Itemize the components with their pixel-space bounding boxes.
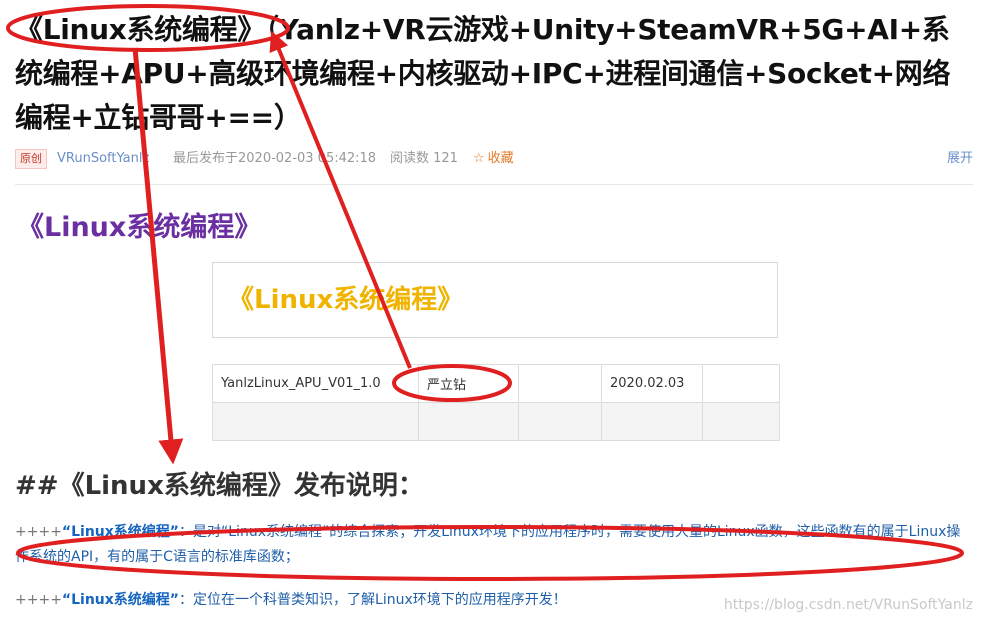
original-badge: 原创 bbox=[15, 149, 47, 169]
title-box: 《Linux系统编程》 bbox=[212, 262, 778, 338]
paragraph: ++++“Linux系统编程”：是对“Linux系统编程”的综合探索；开发Lin… bbox=[15, 520, 970, 570]
table-cell bbox=[212, 402, 419, 441]
plus-prefix: ++++ bbox=[15, 592, 62, 608]
paragraph-text: ：定位在一个科普类知识，了解Linux环境下的应用程序开发！ bbox=[179, 592, 567, 608]
table-cell: 严立钻 bbox=[418, 364, 519, 403]
keyword: “Linux系统编程” bbox=[61, 524, 180, 540]
article-title: 《Linux系统编程》（Yanlz+VR云游戏+Unity+SteamVR+5G… bbox=[15, 13, 951, 134]
version-table: YanlzLinux_APU_V01_1.0 严立钻 2020.02.03 bbox=[212, 364, 780, 441]
table-row bbox=[212, 402, 780, 441]
read-count: 阅读数 121 bbox=[390, 151, 458, 166]
table-cell: YanlzLinux_APU_V01_1.0 bbox=[212, 364, 419, 403]
table-cell: 2020.02.03 bbox=[601, 364, 703, 403]
title-box-text: 《Linux系统编程》 bbox=[228, 285, 464, 315]
plus-prefix: ++++ bbox=[15, 524, 62, 540]
collect-label: 收藏 bbox=[487, 151, 514, 166]
article-meta: 原创 VRunSoftYanlz 最后发布于2020-02-03 05:42:1… bbox=[15, 148, 973, 185]
content-heading: 《Linux系统编程》 bbox=[17, 212, 262, 243]
star-icon: ☆ bbox=[473, 151, 485, 166]
watermark: https://blog.csdn.net/VRunSoftYanlz bbox=[723, 597, 973, 613]
table-cell bbox=[418, 402, 519, 441]
table-cell bbox=[702, 364, 780, 403]
author-link[interactable]: VRunSoftYanlz bbox=[57, 148, 149, 170]
table-cell bbox=[601, 402, 703, 441]
collect-button[interactable]: ☆ 收藏 bbox=[473, 148, 514, 170]
publish-time: 最后发布于2020-02-03 05:42:18 bbox=[173, 151, 377, 166]
table-cell bbox=[518, 402, 602, 441]
section-heading: ##《Linux系统编程》发布说明： bbox=[15, 471, 424, 501]
expand-link[interactable]: 展开 bbox=[947, 148, 973, 170]
table-row: YanlzLinux_APU_V01_1.0 严立钻 2020.02.03 bbox=[212, 364, 780, 403]
table-cell bbox=[702, 402, 780, 441]
keyword: “Linux系统编程” bbox=[61, 592, 180, 608]
table-cell bbox=[518, 364, 602, 403]
